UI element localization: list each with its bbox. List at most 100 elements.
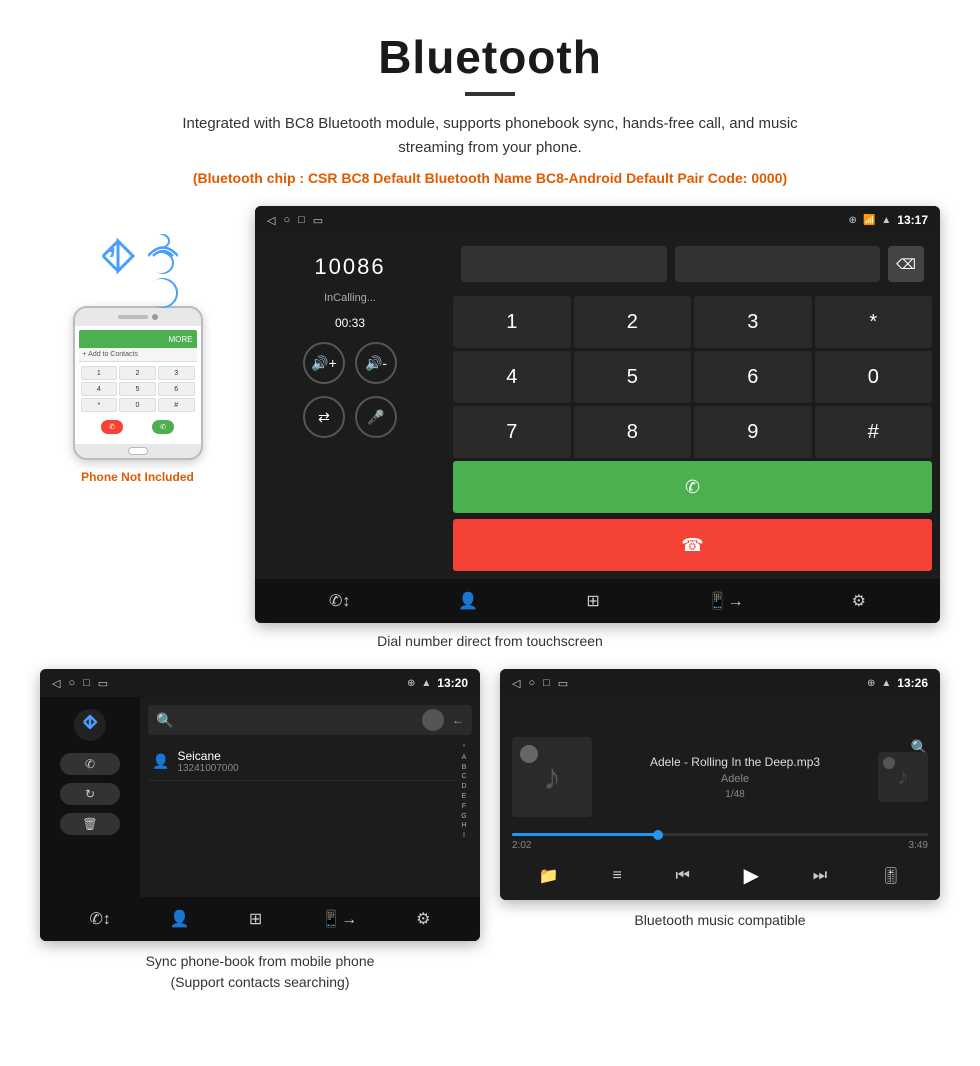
phone-screen-header-text: MORE: [169, 335, 193, 344]
pb-sync-btn[interactable]: ↻: [60, 783, 120, 805]
alpha-d[interactable]: D: [456, 782, 472, 792]
eq-icon[interactable]: 🎚: [881, 866, 901, 886]
phone-screen-header: MORE: [79, 330, 197, 348]
next-icon[interactable]: ⏭: [813, 867, 827, 885]
playlist-icon[interactable]: ≡: [612, 867, 621, 885]
contact-row-seicane[interactable]: 👤 Seicane 13241007000: [148, 743, 456, 781]
bluetooth-svg: [81, 714, 99, 736]
num-key-4[interactable]: 4: [453, 351, 571, 403]
pb-nav-contacts[interactable]: 👤: [170, 909, 190, 929]
main-content: ʼ: [40, 206, 940, 623]
num-key-9[interactable]: 9: [694, 406, 812, 458]
alpha-star[interactable]: *: [456, 743, 472, 753]
alpha-e[interactable]: E: [456, 792, 472, 802]
dial-timer: 00:33: [335, 316, 365, 330]
current-time: 2:02: [512, 840, 531, 851]
phone-transfer-icon[interactable]: 📱→: [708, 591, 744, 611]
title-section: Bluetooth Integrated with BC8 Bluetooth …: [40, 30, 940, 186]
sync-icon: ↻: [85, 787, 95, 801]
transfer-btn[interactable]: ⇄: [303, 396, 345, 438]
phone-bottom-bar: [75, 444, 201, 458]
phone-calls-icon[interactable]: ✆↕: [329, 591, 350, 611]
call-end-btn[interactable]: ☎: [453, 519, 932, 571]
dial-delete-btn[interactable]: ⌫: [888, 246, 924, 282]
alpha-c[interactable]: C: [456, 772, 472, 782]
alpha-b[interactable]: B: [456, 763, 472, 773]
vol-down-btn[interactable]: 🔊-: [355, 342, 397, 384]
dial-left: 10086 InCalling... 00:33 🔊+ 🔊- ⇄ 🎤: [255, 234, 445, 579]
dial-controls-2: ⇄ 🎤: [303, 396, 397, 438]
num-key-0[interactable]: 0: [815, 351, 933, 403]
clear-search-icon[interactable]: ←: [452, 713, 464, 727]
num-key-3[interactable]: 3: [694, 296, 812, 348]
contact-info: Seicane 13241007000: [177, 749, 238, 774]
alpha-f[interactable]: F: [456, 802, 472, 812]
pb-nav-grid[interactable]: ⊞: [249, 909, 262, 929]
music-home-icon[interactable]: ○: [528, 677, 535, 690]
nav-bar-pb: ✆↕ 👤 ⊞ 📱→ ⚙: [40, 897, 480, 941]
dial-body: 10086 InCalling... 00:33 🔊+ 🔊- ⇄ 🎤: [255, 234, 940, 579]
voice-search-btn[interactable]: [422, 709, 444, 731]
pb-nav-transfer[interactable]: 📱→: [321, 909, 357, 929]
contacts-icon[interactable]: 👤: [458, 591, 478, 611]
square-nav-icon[interactable]: □: [298, 214, 305, 227]
dialer-icon[interactable]: ⊞: [586, 591, 599, 611]
alpha-index: * A B C D E F G H I: [456, 743, 472, 841]
alpha-a[interactable]: A: [456, 753, 472, 763]
pb-nav-settings[interactable]: ⚙: [416, 909, 430, 929]
phone-dialpad: 1 2 3 4 5 6 * 0 #: [79, 362, 197, 416]
music-gps-icon: ⊕: [867, 678, 875, 689]
music-status-time: 13:26: [897, 676, 928, 690]
phone-camera: [152, 314, 158, 320]
phone-not-included: Phone Not Included: [81, 470, 194, 484]
num-key-7[interactable]: 7: [453, 406, 571, 458]
alpha-h[interactable]: H: [456, 821, 472, 831]
phonebook-caption: Sync phone-book from mobile phone(Suppor…: [40, 951, 480, 993]
page-title: Bluetooth: [40, 30, 940, 84]
pb-delete-btn[interactable]: 🗑: [60, 813, 120, 835]
pb-status-left: ◁ ○ □ ▭: [52, 677, 108, 690]
alpha-g[interactable]: G: [456, 812, 472, 822]
title-divider: [465, 92, 515, 96]
num-key-star[interactable]: *: [815, 296, 933, 348]
prev-icon[interactable]: ⏮: [676, 867, 690, 885]
num-key-2[interactable]: 2: [574, 296, 692, 348]
music-screen-icon: ▭: [558, 677, 568, 690]
call-answer-btn[interactable]: ✆: [453, 461, 932, 513]
pb-search-bar[interactable]: 🔍 ←: [148, 705, 472, 735]
phone-key-1: 1: [81, 366, 118, 380]
pb-screen-icon: ▭: [98, 677, 108, 690]
pb-phone-btn[interactable]: ✆: [60, 753, 120, 775]
pb-bluetooth-icon: [74, 709, 106, 741]
pb-home-icon[interactable]: ○: [68, 677, 75, 690]
music-controls: 📁 ≡ ⏮ ▶ ⏭ 🎚: [512, 863, 928, 888]
num-key-1[interactable]: 1: [453, 296, 571, 348]
song-info: Adele - Rolling In the Deep.mp3 Adele 1/…: [607, 755, 863, 800]
back-nav-icon[interactable]: ◁: [267, 214, 275, 227]
pb-square-icon[interactable]: □: [83, 677, 90, 690]
progress-knob[interactable]: [653, 830, 663, 840]
play-icon[interactable]: ▶: [744, 863, 759, 888]
pb-back-icon[interactable]: ◁: [52, 677, 60, 690]
album-circle-2: [883, 757, 895, 769]
music-square-icon[interactable]: □: [543, 677, 550, 690]
pb-body: ✆ ↻ 🗑 🔍: [40, 697, 480, 897]
phone-screen: MORE + Add to Contacts 1 2 3 4 5 6 * 0: [75, 326, 201, 444]
folder-icon[interactable]: 📁: [539, 866, 559, 886]
num-key-6[interactable]: 6: [694, 351, 812, 403]
num-key-8[interactable]: 8: [574, 406, 692, 458]
dial-controls: 🔊+ 🔊-: [303, 342, 397, 384]
phone-key-9: #: [158, 398, 195, 412]
mic-btn[interactable]: 🎤: [355, 396, 397, 438]
alpha-i[interactable]: I: [456, 831, 472, 841]
pb-nav-phone[interactable]: ✆↕: [90, 909, 111, 929]
music-back-icon[interactable]: ◁: [512, 677, 520, 690]
contacts-area: 👤 Seicane 13241007000 * A: [148, 743, 472, 841]
music-progress: 2:02 3:49: [512, 833, 928, 851]
vol-up-btn[interactable]: 🔊+: [303, 342, 345, 384]
num-key-5[interactable]: 5: [574, 351, 692, 403]
settings-icon[interactable]: ⚙: [852, 591, 866, 611]
home-nav-icon[interactable]: ○: [283, 214, 290, 227]
progress-bar[interactable]: [512, 833, 928, 836]
num-key-hash[interactable]: #: [815, 406, 933, 458]
